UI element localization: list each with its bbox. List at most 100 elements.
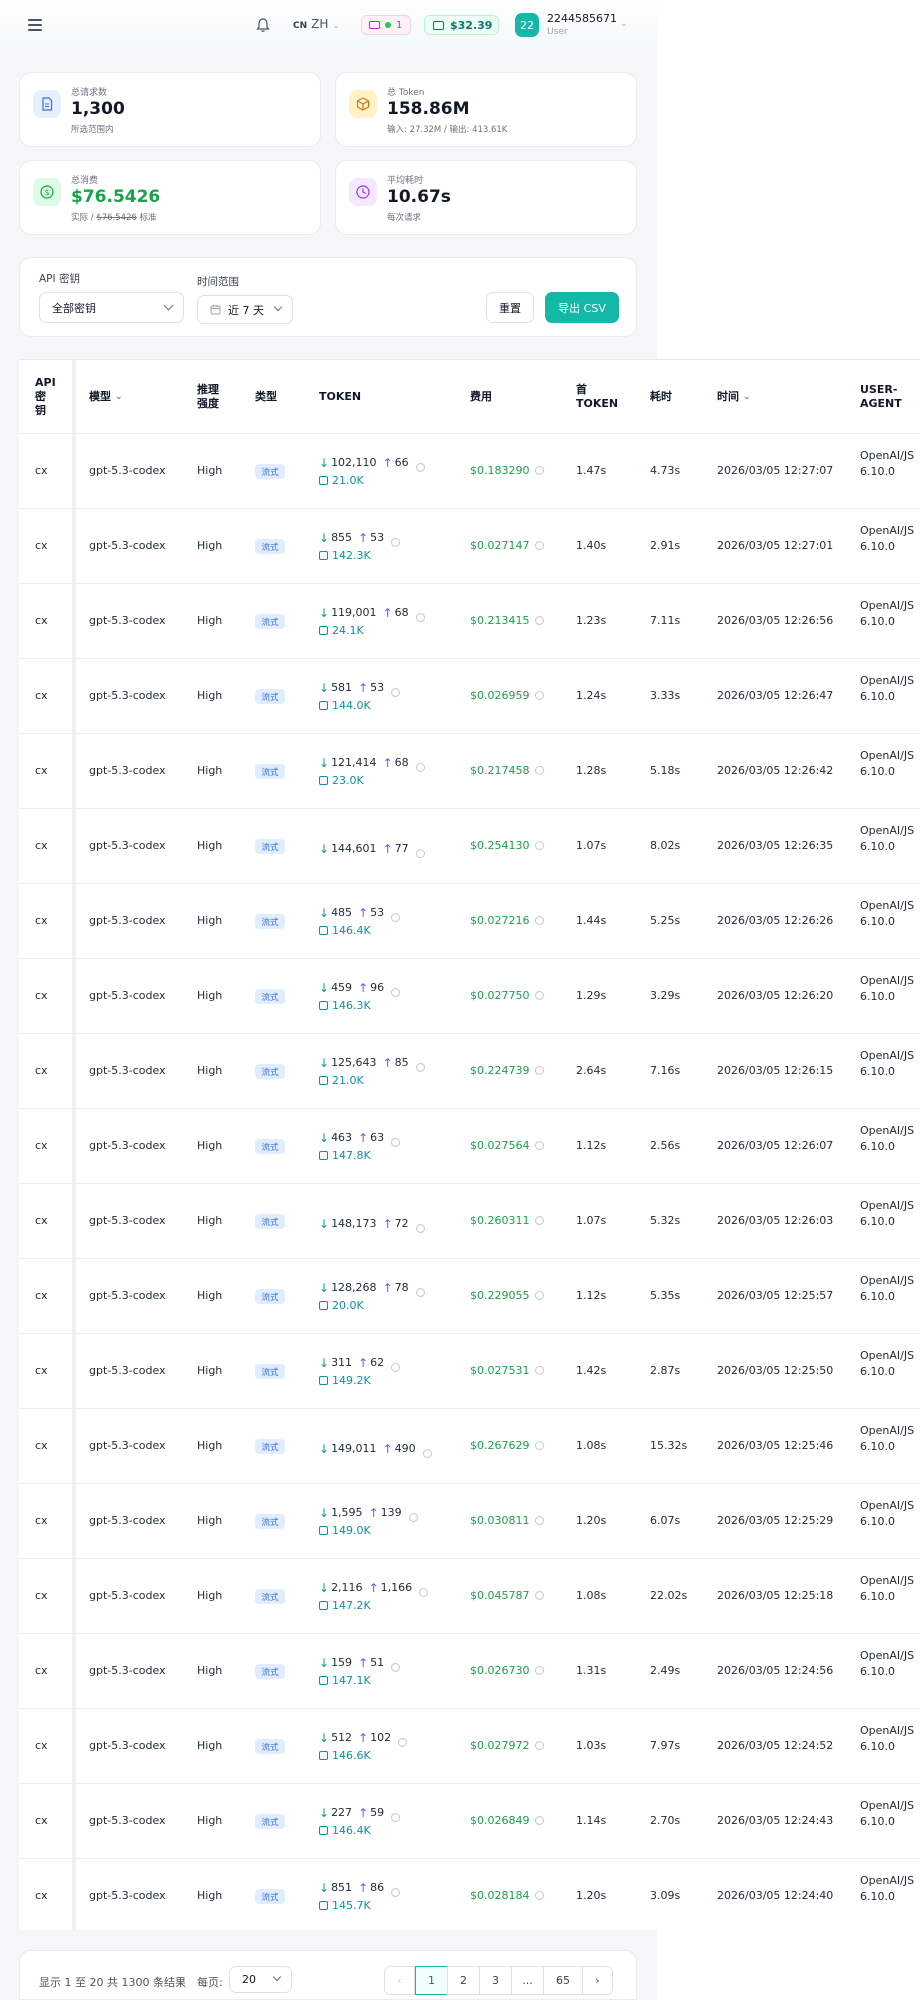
page-button[interactable]: 2 <box>447 1966 480 1995</box>
info-icon[interactable] <box>415 1063 425 1072</box>
info-icon[interactable] <box>534 991 544 1000</box>
arrow-up-icon: ↑ <box>382 455 393 470</box>
cell-effort: High <box>197 1889 223 1902</box>
arrow-down-icon: ↓ <box>319 755 330 770</box>
info-icon[interactable] <box>415 463 425 472</box>
token-cache: 20.0K <box>319 1299 364 1312</box>
table-row[interactable]: cx gpt-5.3-codex High 流式 ↓ 128,268 ↑ 78 … <box>19 1258 920 1333</box>
language-switcher[interactable]: CN ZH ⌄ <box>293 17 340 31</box>
info-icon[interactable] <box>534 1516 544 1525</box>
table-row[interactable]: cx gpt-5.3-codex High 流式 ↓ 311 ↑ 62 149.… <box>19 1333 920 1408</box>
info-icon[interactable] <box>534 1591 544 1600</box>
info-icon[interactable] <box>415 763 425 772</box>
th-time[interactable]: 时间 ⌄ <box>717 360 751 433</box>
page-button[interactable]: 1 <box>415 1966 448 1995</box>
table-row[interactable]: cx gpt-5.3-codex High 流式 ↓ 2,116 ↑ 1,166… <box>19 1558 920 1633</box>
info-icon[interactable] <box>534 616 544 625</box>
type-badge: 流式 <box>255 1064 285 1079</box>
info-icon[interactable] <box>534 1666 544 1675</box>
table-row[interactable]: cx gpt-5.3-codex High 流式 ↓ 1,595 ↑ 139 1… <box>19 1483 920 1558</box>
per-page-select[interactable]: 20 <box>229 1966 292 1993</box>
chevron-down-icon[interactable]: ⌄ <box>620 19 628 29</box>
export-csv-button[interactable]: 导出 CSV <box>545 292 619 323</box>
table-row[interactable]: cx gpt-5.3-codex High 流式 ↓ 159 ↑ 51 147.… <box>19 1633 920 1708</box>
info-icon[interactable] <box>419 1588 429 1597</box>
info-icon[interactable] <box>391 1813 401 1822</box>
table-row[interactable]: cx gpt-5.3-codex High 流式 ↓ 581 ↑ 53 144.… <box>19 658 920 733</box>
info-icon[interactable] <box>534 691 544 700</box>
info-icon[interactable] <box>534 466 544 475</box>
page-button[interactable]: 3 <box>479 1966 512 1995</box>
info-icon[interactable] <box>534 1366 544 1375</box>
info-icon[interactable] <box>415 849 425 858</box>
info-icon[interactable] <box>408 1513 418 1522</box>
info-icon[interactable] <box>534 1816 544 1825</box>
type-badge: 流式 <box>255 1589 285 1604</box>
table-row[interactable]: cx gpt-5.3-codex High 流式 ↓ 485 ↑ 53 146.… <box>19 883 920 958</box>
token-cache: 145.7K <box>319 1899 371 1912</box>
info-icon[interactable] <box>415 1224 425 1233</box>
info-icon[interactable] <box>391 1888 401 1897</box>
table-row[interactable]: cx gpt-5.3-codex High 流式 ↓ 227 ↑ 59 146.… <box>19 1783 920 1858</box>
info-icon[interactable] <box>534 1891 544 1900</box>
table-row[interactable]: cx gpt-5.3-codex High 流式 ↓ 512 ↑ 102 146… <box>19 1708 920 1783</box>
reset-button[interactable]: 重置 <box>486 292 534 323</box>
table-row[interactable]: cx gpt-5.3-codex High 流式 ↓ 119,001 ↑ 68 … <box>19 583 920 658</box>
info-icon[interactable] <box>534 1441 544 1450</box>
info-icon[interactable] <box>534 916 544 925</box>
info-icon[interactable] <box>391 1138 401 1147</box>
cell-user-agent: OpenAI/JS 6.10.0 <box>860 824 915 853</box>
token-in: 149,011 <box>331 1442 377 1455</box>
info-icon[interactable] <box>534 841 544 850</box>
bell-icon[interactable] <box>256 17 270 33</box>
table-row[interactable]: cx gpt-5.3-codex High 流式 ↓ 125,643 ↑ 85 … <box>19 1033 920 1108</box>
info-icon[interactable] <box>391 538 401 547</box>
info-icon[interactable] <box>391 688 401 697</box>
cell-first-token: 1.24s <box>576 689 607 702</box>
info-icon[interactable] <box>534 1741 544 1750</box>
menu-icon[interactable] <box>28 19 42 31</box>
api-key-select[interactable]: 全部密钥 <box>39 292 184 323</box>
table-row[interactable]: cx gpt-5.3-codex High 流式 ↓ 851 ↑ 86 145.… <box>19 1858 920 1933</box>
table-row[interactable]: cx gpt-5.3-codex High 流式 ↓ 102,110 ↑ 66 … <box>19 433 920 508</box>
time-range-select[interactable]: 近 7 天 <box>197 295 293 324</box>
table-row[interactable]: cx gpt-5.3-codex High 流式 ↓ 148,173 ↑ 72 … <box>19 1183 920 1258</box>
info-icon[interactable] <box>422 1449 432 1458</box>
info-icon[interactable] <box>391 1363 401 1372</box>
cell-first-token: 1.08s <box>576 1589 607 1602</box>
token-cache-value: 23.0K <box>332 774 364 787</box>
stat-sub: 所选范围内 <box>71 125 114 135</box>
user-name[interactable]: 2244585671 <box>547 12 617 25</box>
th-model[interactable]: 模型 ⌄ <box>89 360 123 433</box>
info-icon[interactable] <box>534 1291 544 1300</box>
table-row[interactable]: cx gpt-5.3-codex High 流式 ↓ 144,601 ↑ 77 … <box>19 808 920 883</box>
token-out: 53 <box>370 906 385 919</box>
info-icon[interactable] <box>415 1288 425 1297</box>
subscription-pill[interactable]: 1 <box>361 15 411 35</box>
table-row[interactable]: cx gpt-5.3-codex High 流式 ↓ 463 ↑ 63 147.… <box>19 1108 920 1183</box>
cache-icon <box>319 551 328 560</box>
arrow-down-icon: ↓ <box>319 1730 330 1745</box>
info-icon[interactable] <box>391 988 401 997</box>
info-icon[interactable] <box>391 1663 401 1672</box>
info-icon[interactable] <box>391 913 401 922</box>
chevron-right-icon[interactable]: › <box>582 1966 613 1995</box>
table-row[interactable]: cx gpt-5.3-codex High 流式 ↓ 459 ↑ 96 146.… <box>19 958 920 1033</box>
balance-pill[interactable]: $32.39 <box>424 15 499 35</box>
table-row[interactable]: cx gpt-5.3-codex High 流式 ↓ 121,414 ↑ 68 … <box>19 733 920 808</box>
info-icon[interactable] <box>534 766 544 775</box>
cell-user-agent: OpenAI/JS 6.10.0 <box>860 1199 915 1228</box>
cell-user-agent: OpenAI/JS 6.10.0 <box>860 1799 915 1828</box>
type-badge: 流式 <box>255 989 285 1004</box>
info-icon[interactable] <box>398 1738 408 1747</box>
table-row[interactable]: cx gpt-5.3-codex High 流式 ↓ 855 ↑ 53 142.… <box>19 508 920 583</box>
info-icon[interactable] <box>534 1141 544 1150</box>
avatar[interactable]: 22 <box>515 13 539 37</box>
chevron-left-icon[interactable]: ‹ <box>384 1966 415 1995</box>
info-icon[interactable] <box>534 1216 544 1225</box>
info-icon[interactable] <box>415 613 425 622</box>
page-button[interactable]: 65 <box>543 1966 583 1995</box>
info-icon[interactable] <box>534 1066 544 1075</box>
table-row[interactable]: cx gpt-5.3-codex High 流式 ↓ 149,011 ↑ 490… <box>19 1408 920 1483</box>
info-icon[interactable] <box>534 541 544 550</box>
